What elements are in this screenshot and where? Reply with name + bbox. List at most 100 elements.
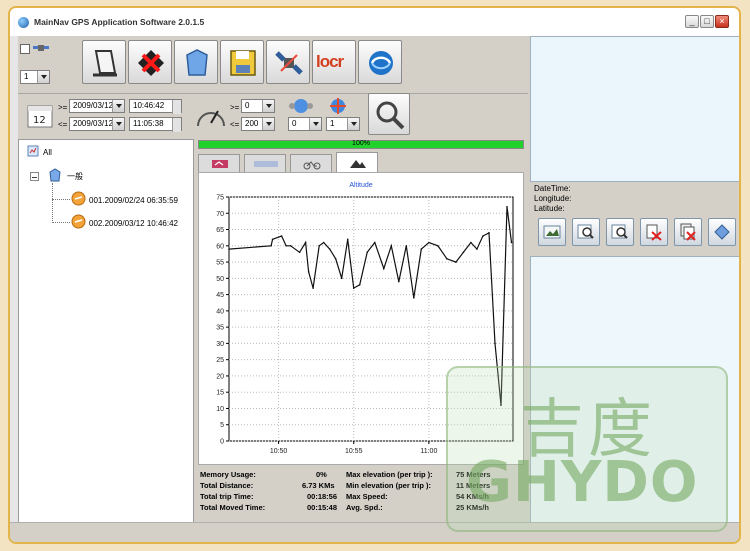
altitude-point: [228, 248, 230, 250]
y-tick-label: 40: [216, 308, 224, 315]
group-folder-icon: [49, 168, 61, 182]
altitude-point: [352, 287, 355, 289]
plot-area: [228, 196, 514, 442]
map-preview: [530, 36, 739, 182]
device-select[interactable]: 1: [20, 70, 50, 84]
x-tick-label: 10:55: [345, 448, 363, 455]
altitude-point: [312, 287, 314, 289]
time-from-input[interactable]: 10:46:42: [129, 99, 182, 114]
save-button[interactable]: [220, 40, 264, 84]
altitude-point: [462, 251, 465, 254]
delete-point-button[interactable]: [640, 218, 668, 246]
flag-icon: [212, 160, 228, 168]
merge-icon: [714, 224, 730, 240]
svg-text:12: 12: [33, 115, 46, 126]
zoom-in-button[interactable]: [572, 218, 600, 246]
altitude-point: [476, 248, 478, 250]
calendar-icon: 12: [27, 105, 53, 128]
status-bar: [10, 522, 739, 542]
globe-button[interactable]: [358, 40, 402, 84]
time-to-input[interactable]: 11:05:38: [129, 117, 182, 132]
locr-button[interactable]: locr: [312, 40, 356, 84]
open-folder-button[interactable]: [174, 40, 218, 84]
gps-network-icon: [289, 99, 313, 113]
y-tick-label: 75: [216, 195, 224, 202]
altitude-point: [346, 238, 349, 241]
min-elevation-value: 11 Meters: [456, 481, 491, 490]
minimize-button[interactable]: _: [685, 15, 699, 28]
altitude-point: [420, 248, 423, 250]
mountain-icon: [350, 160, 366, 168]
track-icon: [93, 50, 117, 77]
tree-item-2[interactable]: 002.2009/03/12 10:46:42: [89, 219, 178, 228]
track-item-icon: [71, 214, 86, 229]
speed-min-select[interactable]: 0: [241, 99, 275, 113]
track-button[interactable]: [82, 40, 126, 84]
altitude-point: [470, 241, 472, 244]
open-folder-icon: [186, 49, 208, 76]
search-button[interactable]: [368, 93, 410, 135]
map-button[interactable]: [538, 218, 566, 246]
latitude-label: Latitude:: [534, 204, 565, 213]
tab-bike[interactable]: [290, 154, 332, 172]
altitude-point: [334, 258, 337, 260]
y-tick-label: 70: [216, 211, 224, 218]
delete-track-icon: [680, 223, 696, 241]
avg-speed-value: 25 KMs/h: [456, 503, 489, 512]
altitude-point: [488, 231, 490, 234]
y-tick-label: 30: [216, 341, 224, 348]
tree-item-1[interactable]: 001.2009/02/24 06:35:59: [89, 196, 178, 205]
altitude-point: [437, 245, 439, 247]
altitude-point: [280, 235, 283, 237]
trip-stats: Memory Usage: 0% Total Distance: 6.73 KM…: [198, 467, 524, 524]
tree-root-label[interactable]: All: [43, 148, 52, 157]
avg-speed-label: Avg. Spd.:: [346, 503, 383, 512]
gps-count-select[interactable]: 1: [326, 117, 360, 131]
satellite-button[interactable]: [266, 40, 310, 84]
select-all-checkbox[interactable]: [20, 44, 30, 54]
map-icon: [543, 225, 561, 239]
max-speed-label: Max Speed:: [346, 492, 388, 501]
delete-button[interactable]: [128, 40, 172, 84]
progress-bar: 100%: [198, 140, 524, 149]
date-from-select[interactable]: 2009/03/12: [69, 99, 125, 113]
view-tabs: [198, 152, 524, 172]
y-tick-label: 65: [216, 227, 224, 234]
delete-track-button[interactable]: [674, 218, 702, 246]
y-tick-label: 15: [216, 390, 224, 397]
altitude-point: [270, 245, 272, 247]
satellite-small-icon: [33, 45, 49, 51]
altitude-point: [506, 205, 508, 208]
tab-flag[interactable]: [198, 154, 240, 172]
gps-min-select[interactable]: 0: [288, 117, 322, 131]
altitude-chart: Altitude 0 5 10 15 20 25 30 35 40 45 50 55 60 65 70 75 1…: [198, 172, 524, 465]
window-title: MainNav GPS Application Software 2.0.1.5: [34, 17, 205, 27]
altitude-point: [373, 241, 376, 244]
altitude-point: [328, 248, 331, 250]
speed-max-prefix: <=: [230, 120, 240, 129]
point-info-panel: DateTime: Longitude: Latitude:: [530, 184, 739, 256]
total-trip-time-label: Total trip Time:: [200, 492, 254, 501]
close-button[interactable]: ×: [715, 15, 729, 28]
date-to-select[interactable]: 2009/03/12: [69, 117, 125, 131]
app-icon: [18, 17, 29, 28]
total-distance-value: 6.73 KMs: [302, 481, 335, 490]
tree-line: [52, 183, 53, 223]
speed-max-select[interactable]: 200: [241, 117, 275, 131]
tab-altitude[interactable]: [336, 152, 378, 172]
merge-button[interactable]: [708, 218, 736, 246]
search-icon: [376, 101, 405, 130]
altitude-point: [271, 238, 274, 241]
altitude-point: [413, 297, 415, 299]
altitude-point: [455, 261, 457, 263]
tab-google[interactable]: [244, 154, 286, 172]
app-window: MainNav GPS Application Software 2.0.1.5…: [8, 6, 741, 544]
zoom-out-button[interactable]: [606, 218, 634, 246]
total-moved-time-value: 00:15:48: [307, 503, 338, 512]
speedometer-icon: [197, 110, 225, 127]
speed-max-value: 200: [245, 119, 259, 128]
maximize-button[interactable]: □: [700, 15, 714, 28]
tree-group-label[interactable]: 一般: [67, 171, 83, 182]
y-tick-label: 20: [216, 373, 224, 380]
altitude-point: [428, 241, 430, 244]
